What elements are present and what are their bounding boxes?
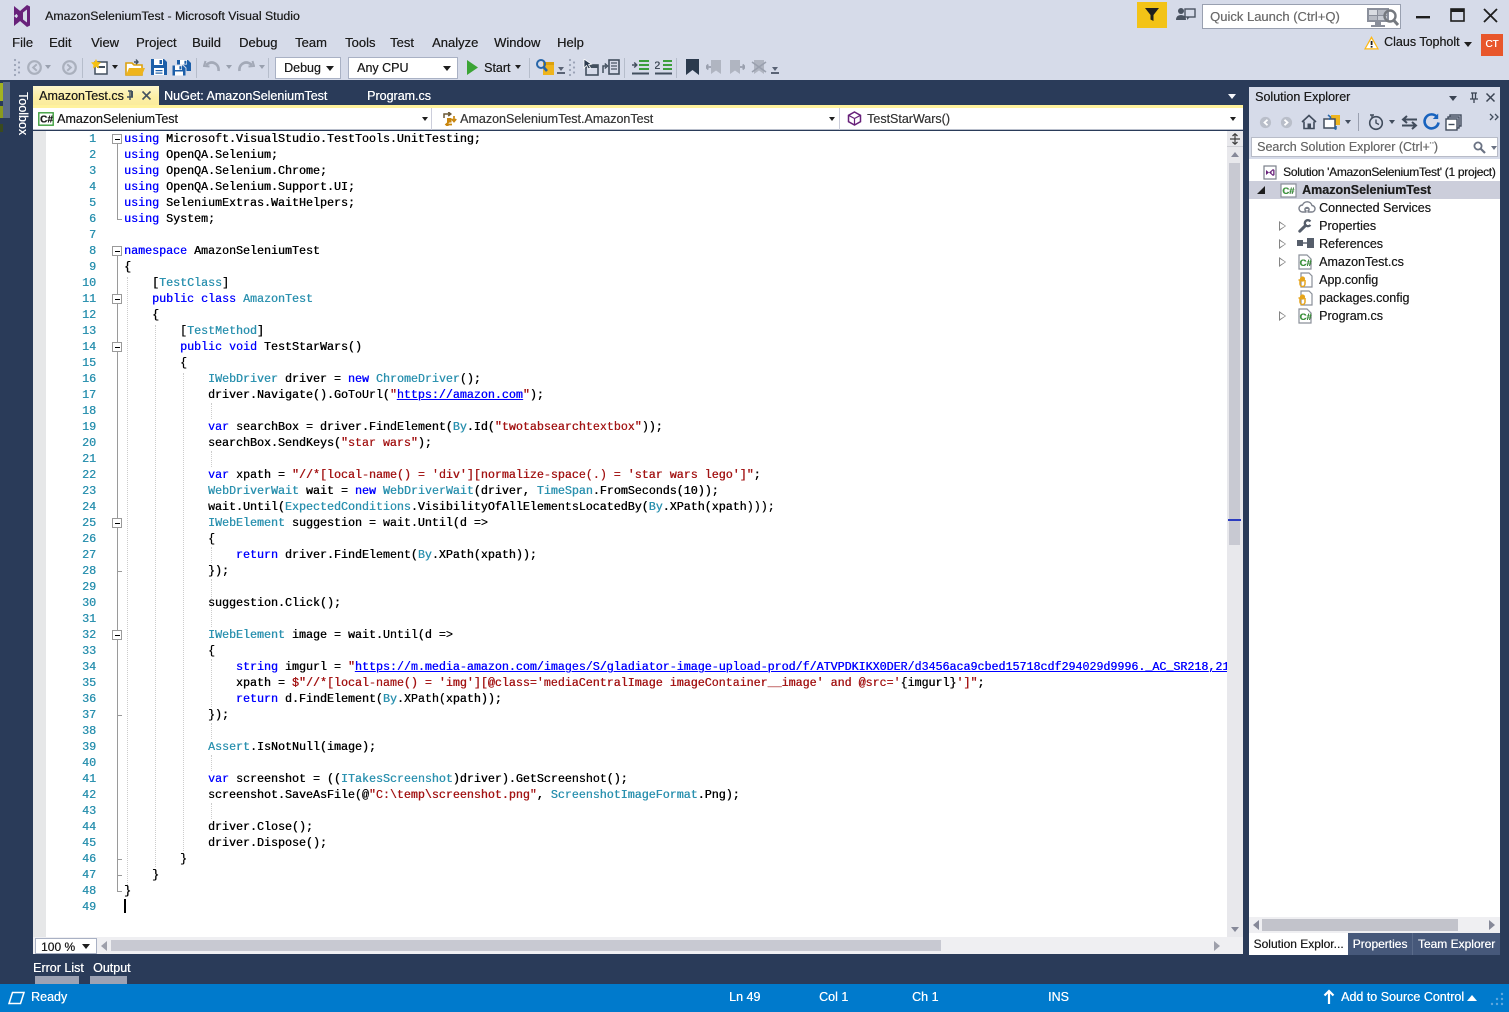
svg-text:C#: C#: [1300, 258, 1313, 269]
svg-text:C#: C#: [1300, 312, 1313, 323]
svg-text:C#: C#: [1282, 186, 1295, 197]
svg-text:C#: C#: [40, 115, 53, 126]
svg-text:2: 2: [655, 60, 660, 72]
